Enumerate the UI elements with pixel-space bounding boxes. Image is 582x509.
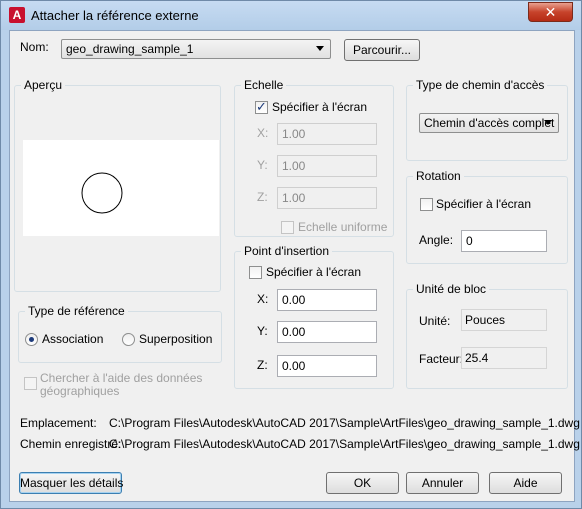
overlay-label[interactable]: Superposition <box>139 332 212 346</box>
rotation-group: Rotation Spécifier à l'écran Angle: 0 <box>406 169 568 264</box>
browse-button[interactable]: Parcourir... <box>344 39 420 61</box>
title-bar[interactable]: A Attacher la référence externe ✕ <box>1 1 581 30</box>
scale-z-label: Z: <box>257 190 268 204</box>
rotation-title: Rotation <box>413 169 464 183</box>
scale-title: Echelle <box>241 78 287 92</box>
name-dropdown-value: geo_drawing_sample_1 <box>66 42 194 56</box>
close-button[interactable]: ✕ <box>528 2 573 22</box>
block-unit-title: Unité de bloc <box>413 282 490 296</box>
scale-specify-label[interactable]: Spécifier à l'écran <box>272 100 367 114</box>
uniform-scale-label[interactable]: Echelle uniforme <box>298 220 387 234</box>
unit-value: Pouces <box>461 309 547 331</box>
preview-title: Aperçu <box>21 78 66 92</box>
chevron-down-icon <box>316 46 324 51</box>
geographic-label-line2: géographiques <box>40 384 120 398</box>
geographic-checkbox[interactable] <box>24 377 37 390</box>
insertion-y-label: Y: <box>257 324 268 338</box>
dialog-title: Attacher la référence externe <box>31 8 199 23</box>
path-type-dropdown[interactable]: Chemin d'accès complet <box>419 113 559 133</box>
path-type-title: Type de chemin d'accès <box>413 78 548 92</box>
radio-dot-icon <box>29 337 34 342</box>
help-button[interactable]: Aide <box>489 472 562 494</box>
preview-canvas <box>23 140 219 236</box>
scale-z-input[interactable]: 1.00 <box>277 187 377 209</box>
insertion-specify-label[interactable]: Spécifier à l'écran <box>266 265 361 279</box>
reference-type-title: Type de référence <box>25 304 128 318</box>
factor-value: 25.4 <box>461 347 547 369</box>
insertion-point-group: Point d'insertion Spécifier à l'écran X:… <box>234 244 394 389</box>
checkmark-icon: ✓ <box>256 99 267 114</box>
path-type-value: Chemin d'accès complet <box>424 116 555 130</box>
cancel-button[interactable]: Annuler <box>406 472 479 494</box>
name-dropdown[interactable]: geo_drawing_sample_1 <box>61 39 331 59</box>
location-found-value: C:\Program Files\Autodesk\AutoCAD 2017\S… <box>109 416 580 430</box>
factor-label: Facteur: <box>419 352 464 366</box>
hide-details-button[interactable]: Masquer les détails <box>19 472 123 494</box>
insertion-specify-checkbox[interactable] <box>249 266 262 279</box>
uniform-scale-checkbox[interactable] <box>281 221 294 234</box>
block-unit-group: Unité de bloc Unité: Pouces Facteur: 25.… <box>406 282 568 389</box>
preview-circle-icon <box>81 172 123 214</box>
attach-radio[interactable] <box>25 333 38 346</box>
dialog-body: Nom: geo_drawing_sample_1 Parcourir... A… <box>9 30 580 502</box>
dialog-window: A Attacher la référence externe ✕ Nom: g… <box>0 0 582 509</box>
chevron-down-icon <box>544 120 552 125</box>
scale-x-input[interactable]: 1.00 <box>277 123 377 145</box>
scale-specify-checkbox[interactable]: ✓ <box>255 99 268 114</box>
rotation-specify-label[interactable]: Spécifier à l'écran <box>436 197 531 211</box>
insertion-point-title: Point d'insertion <box>241 244 333 258</box>
name-label: Nom: <box>20 40 49 54</box>
unit-label: Unité: <box>419 314 451 328</box>
path-type-group: Type de chemin d'accès Chemin d'accès co… <box>406 78 568 161</box>
reference-type-group: Type de référence Association Superposit… <box>18 304 222 363</box>
insertion-z-input[interactable]: 0.00 <box>277 355 377 377</box>
location-saved-label: Chemin enregistré: <box>20 437 122 451</box>
insertion-z-label: Z: <box>257 358 268 372</box>
insertion-x-label: X: <box>257 292 269 306</box>
attach-label[interactable]: Association <box>42 332 103 346</box>
autocad-logo-icon: A <box>9 7 25 23</box>
geographic-label-line1: Chercher à l'aide des données <box>40 371 203 385</box>
location-found-label: Emplacement: <box>20 416 97 430</box>
angle-input[interactable]: 0 <box>461 230 547 252</box>
angle-label: Angle: <box>419 233 454 247</box>
scale-y-input[interactable]: 1.00 <box>277 155 377 177</box>
preview-group: Aperçu <box>14 78 221 292</box>
ok-button[interactable]: OK <box>326 472 399 494</box>
insertion-y-input[interactable]: 0.00 <box>277 321 377 343</box>
scale-x-label: X: <box>257 126 269 140</box>
location-saved-value: C:\Program Files\Autodesk\AutoCAD 2017\S… <box>109 437 580 451</box>
scale-y-label: Y: <box>257 158 268 172</box>
overlay-radio[interactable] <box>122 333 135 346</box>
insertion-x-input[interactable]: 0.00 <box>277 289 377 311</box>
rotation-specify-checkbox[interactable] <box>420 198 433 211</box>
scale-group: Echelle ✓ Spécifier à l'écran X: 1.00 Y:… <box>234 78 394 237</box>
